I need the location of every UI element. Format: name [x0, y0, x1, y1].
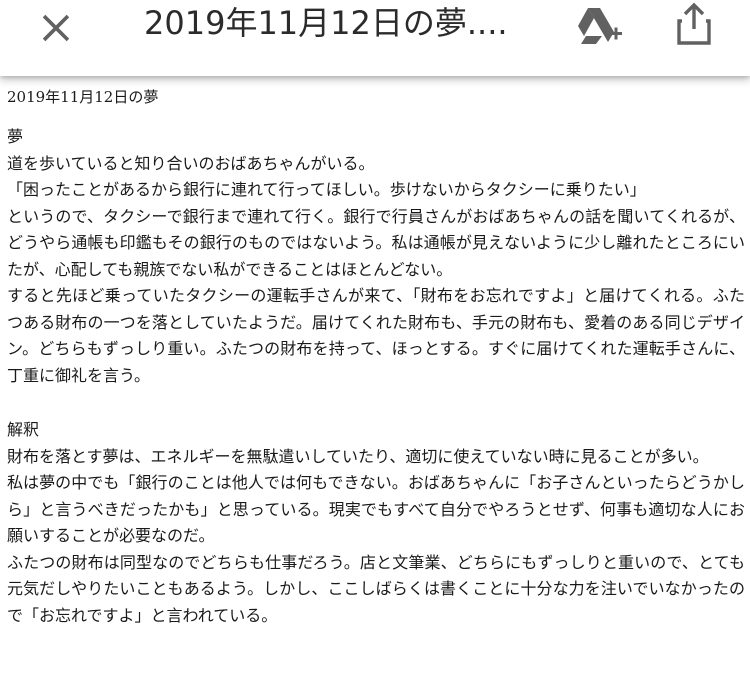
interpretation-paragraph: 私は夢の中でも「銀行のことは他人では何もできない。おばあちゃんに「お子さんといっ… — [7, 473, 745, 545]
interpretation-paragraph: ふたつの財布は同型なのでどちらも仕事だろう。店と文筆業、どちらにもずっしりと重い… — [7, 552, 745, 625]
add-to-drive-button[interactable] — [570, 0, 626, 52]
dream-paragraph: すると先ほど乗っていたタクシーの運転手さんが来て、「財布をお忘れですよ」と届けて… — [7, 286, 745, 385]
close-button[interactable] — [28, 0, 84, 56]
document-viewer: 2019年11月12日の夢.... 2019年11月12日の夢 夢 道を歩いてい… — [0, 0, 750, 680]
close-icon — [42, 14, 70, 42]
document-title: 2019年11月12日の夢.... — [144, 4, 508, 42]
share-button[interactable] — [666, 0, 722, 52]
share-icon — [677, 2, 711, 45]
dream-heading: 夢 — [7, 127, 24, 146]
interpretation-heading: 解釈 — [7, 420, 40, 439]
document-date-heading: 2019年11月12日の夢 — [7, 88, 159, 106]
top-app-bar: 2019年11月12日の夢.... — [0, 0, 750, 76]
document-body: 2019年11月12日の夢 夢 道を歩いていると知り合いのおばあちゃんがいる。 … — [7, 83, 745, 629]
dream-paragraph: というので、タクシーで銀行まで連れて行く。銀行で行員さんがおばあちゃんの話を聞い… — [7, 206, 745, 279]
dream-paragraph: 道を歩いていると知り合いのおばあちゃんがいる。 — [7, 153, 375, 173]
interpretation-paragraph: 財布を落とす夢は、エネルギーを無駄遣いしていたり、適切に使えていない時に見ること… — [7, 446, 709, 466]
google-drive-add-icon — [578, 8, 622, 44]
dream-paragraph: 「困ったことがあるから銀行に連れて行ってほしい。歩けないからタクシーに乗りたい」 — [7, 180, 646, 199]
